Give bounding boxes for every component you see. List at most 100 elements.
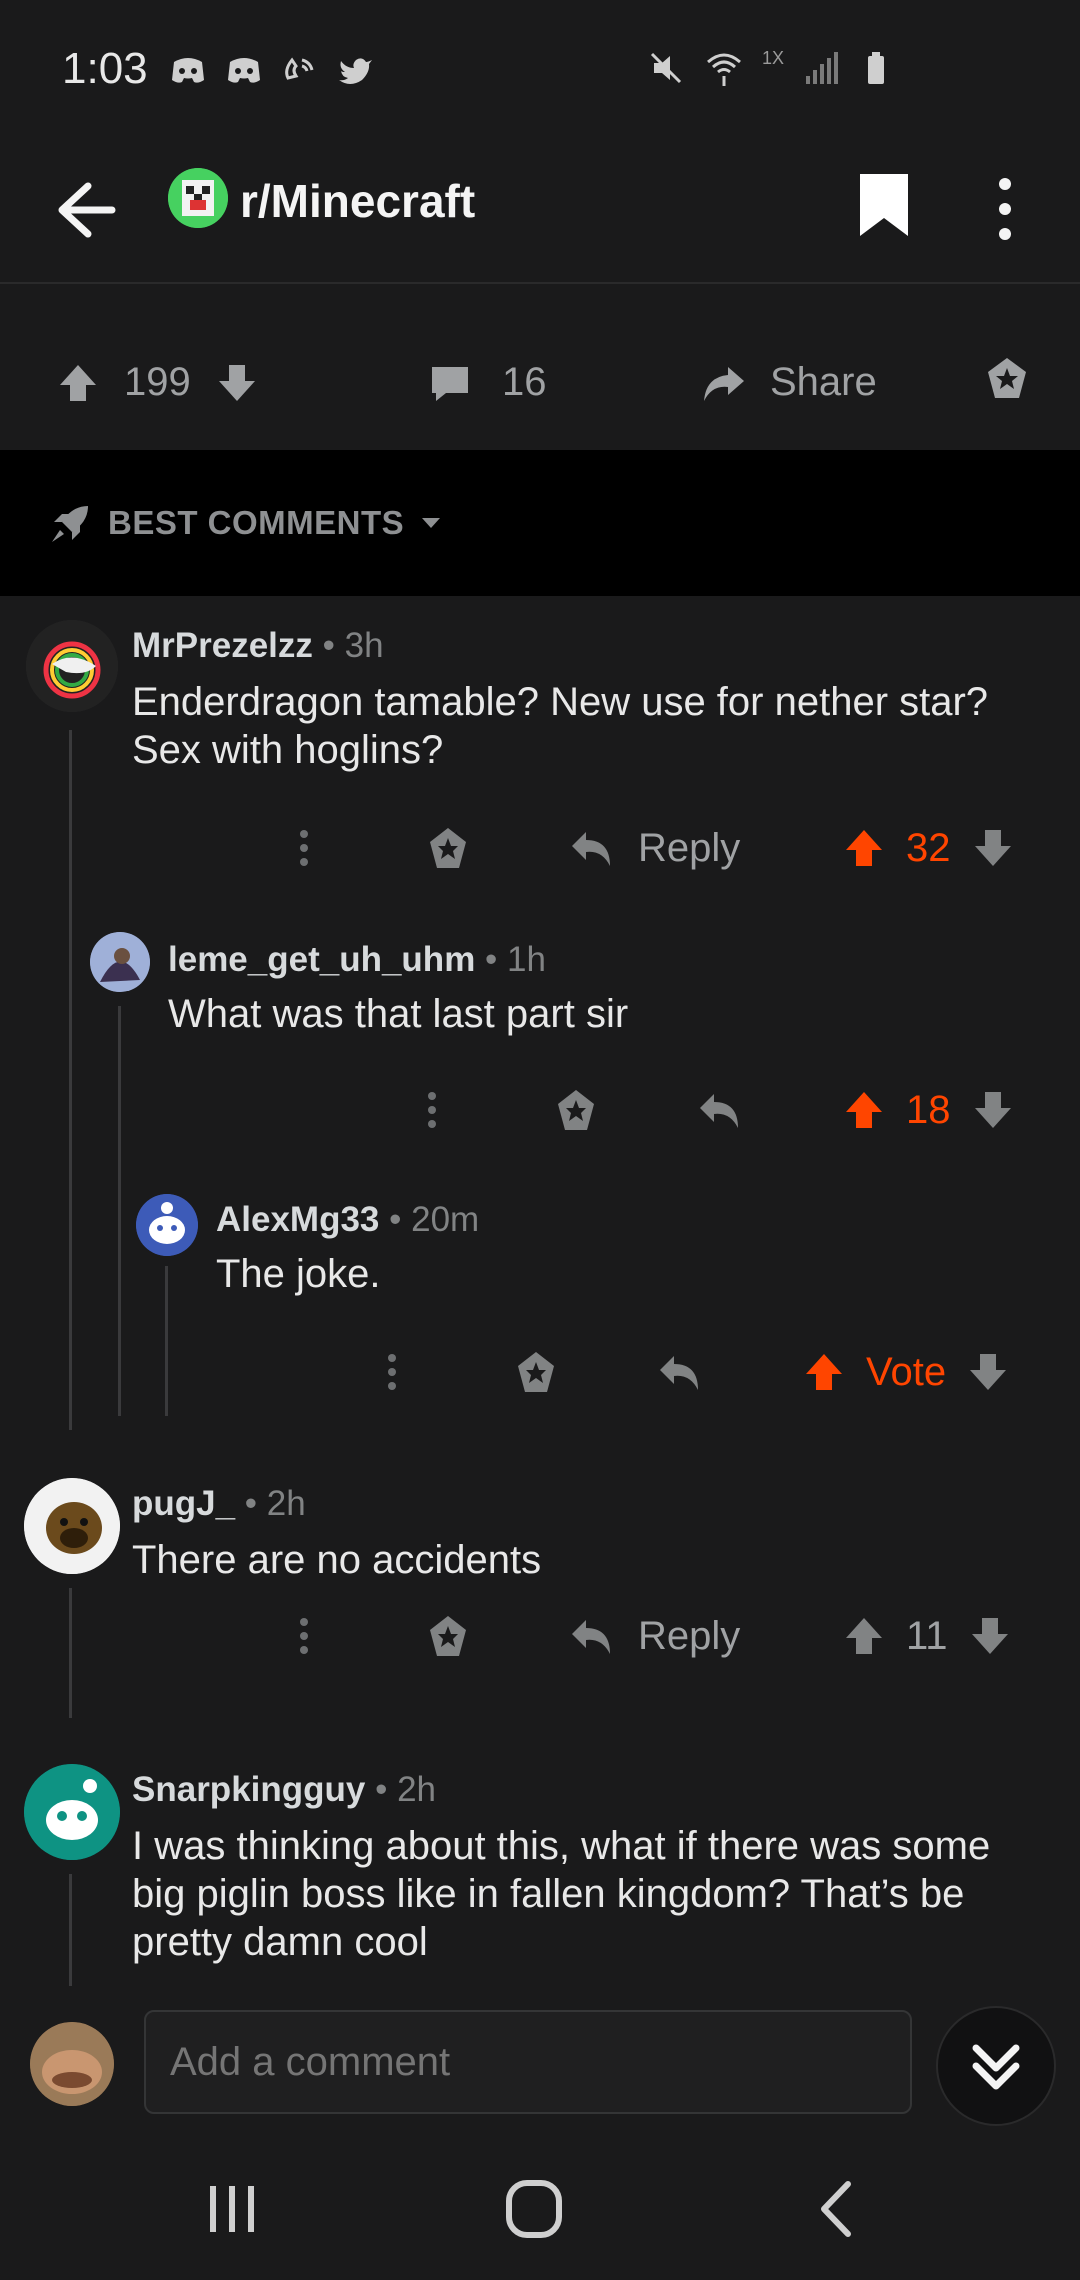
discord-icon: [228, 58, 260, 83]
comment-actions: 18: [0, 1070, 1080, 1150]
chevron-double-down-icon: [972, 2044, 1020, 2090]
comment-author[interactable]: MrPrezelzz • 3h: [132, 626, 384, 666]
award-icon[interactable]: [424, 1596, 472, 1676]
author-name[interactable]: pugJ_: [132, 1484, 235, 1523]
comment-author[interactable]: pugJ_ • 2h: [132, 1484, 306, 1524]
back-nav-icon[interactable]: [796, 2174, 876, 2244]
upvote-icon[interactable]: [842, 1088, 886, 1132]
reply-icon[interactable]: [656, 1332, 704, 1412]
comment-actions: Reply 32: [0, 808, 1080, 888]
award-icon[interactable]: [512, 1332, 560, 1412]
user-avatar-icon: [90, 932, 150, 992]
author-name[interactable]: Snarpkingguy: [132, 1770, 365, 1809]
user-avatar-icon: [30, 2022, 114, 2106]
creeper-icon: [168, 168, 228, 228]
recent-apps-icon[interactable]: [192, 2174, 272, 2244]
award-icon[interactable]: [982, 354, 1032, 404]
subreddit-avatar[interactable]: [168, 168, 228, 228]
sort-label: BEST COMMENTS: [108, 504, 405, 541]
network-type-label: 1X: [761, 48, 784, 68]
comment-actions: Reply 11: [0, 1596, 1080, 1676]
comment-score: Vote: [866, 1349, 947, 1394]
downvote-icon[interactable]: [968, 1614, 1012, 1658]
more-vertical-icon[interactable]: [418, 1070, 446, 1150]
post-vote-group: 199: [56, 360, 259, 405]
comment-sort-bar[interactable]: BEST COMMENTS: [0, 450, 1080, 596]
award-icon[interactable]: [552, 1070, 600, 1150]
avatar[interactable]: [90, 932, 150, 992]
avatar[interactable]: [24, 1764, 120, 1860]
system-nav-bar: [0, 2134, 1080, 2280]
wifi-icon: [706, 53, 741, 86]
jump-to-next-button[interactable]: [936, 2006, 1056, 2126]
twitter-icon: [339, 58, 372, 84]
comment-body: There are no accidents: [132, 1538, 542, 1582]
upvote-icon[interactable]: [56, 361, 100, 405]
comment-composer: [0, 1986, 1080, 2134]
comment-score: 18: [906, 1087, 951, 1132]
upvote-icon[interactable]: [802, 1350, 846, 1394]
vote-group: Vote: [802, 1332, 1010, 1412]
comment-body: Enderdragon tamable? New use for nether …: [132, 680, 989, 772]
avatar[interactable]: [26, 620, 118, 712]
comment-author[interactable]: leme_get_uh_uhm • 1h: [168, 940, 546, 980]
upvote-icon[interactable]: [842, 1614, 886, 1658]
post-comments-button[interactable]: 16: [428, 360, 547, 405]
author-name[interactable]: AlexMg33: [216, 1200, 379, 1239]
avatar[interactable]: [30, 2022, 114, 2106]
more-vertical-icon[interactable]: [290, 1596, 318, 1676]
reply-label: Reply: [638, 825, 741, 870]
comment-author[interactable]: AlexMg33 • 20m: [216, 1200, 479, 1240]
comment-score: 11: [906, 1613, 948, 1658]
comment-icon: [432, 366, 468, 401]
comment-body: What was that last part sir: [168, 992, 629, 1036]
upvote-icon[interactable]: [842, 826, 886, 870]
downvote-icon[interactable]: [966, 1350, 1010, 1394]
share-icon: [704, 366, 744, 401]
comment-age: • 2h: [235, 1484, 306, 1523]
mute-icon: [650, 52, 682, 84]
reply-icon[interactable]: [696, 1070, 744, 1150]
snoo-avatar-icon: [136, 1194, 198, 1256]
vote-group: 32: [842, 808, 1015, 888]
bookmark-icon[interactable]: [854, 170, 914, 240]
comment-age: • 20m: [379, 1200, 480, 1239]
comment-thread: pugJ_ • 2h There are no accidents Reply …: [0, 1456, 1080, 1718]
pug-avatar-icon: [24, 1478, 120, 1574]
arrow-left-icon[interactable]: [48, 170, 120, 250]
battery-icon: [868, 52, 884, 84]
award-icon[interactable]: [424, 808, 472, 888]
post-header: r/Minecraft: [0, 140, 1080, 284]
system-icons: 1X: [646, 48, 900, 88]
reply-button[interactable]: Reply: [568, 808, 740, 888]
avatar[interactable]: [24, 1478, 120, 1574]
discord-icon: [172, 58, 204, 83]
reply-icon: [572, 832, 610, 866]
downvote-icon[interactable]: [971, 1088, 1015, 1132]
add-comment-input[interactable]: [144, 2010, 912, 2114]
comment-actions: Vote: [0, 1332, 1080, 1412]
more-vertical-icon[interactable]: [290, 808, 318, 888]
caret-down-icon: [422, 518, 441, 528]
comment-age: • 1h: [475, 940, 546, 979]
more-vertical-icon[interactable]: [378, 1332, 406, 1412]
reply-label: Reply: [638, 1613, 741, 1658]
downvote-icon[interactable]: [215, 361, 259, 405]
thread-collapse-line[interactable]: [69, 1874, 72, 2002]
comment-thread: MrPrezelzz • 3h Enderdragon tamable? New…: [0, 596, 1080, 1430]
downvote-icon[interactable]: [971, 826, 1015, 870]
subreddit-name[interactable]: r/Minecraft: [240, 174, 475, 228]
share-button[interactable]: Share: [700, 360, 877, 405]
author-name[interactable]: MrPrezelzz: [132, 626, 313, 665]
author-name[interactable]: leme_get_uh_uhm: [168, 940, 475, 979]
comment-author[interactable]: Snarpkingguy • 2h: [132, 1770, 436, 1810]
share-label: Share: [770, 360, 877, 404]
home-icon[interactable]: [494, 2174, 574, 2244]
notification-icons: [168, 50, 376, 90]
avatar[interactable]: [136, 1194, 198, 1256]
post-action-bar: 199 16 Share: [0, 330, 1080, 450]
reply-button[interactable]: Reply: [568, 1596, 740, 1676]
more-vertical-icon[interactable]: [990, 174, 1020, 244]
reply-icon: [572, 1620, 610, 1654]
vote-group: 11: [842, 1596, 1012, 1676]
